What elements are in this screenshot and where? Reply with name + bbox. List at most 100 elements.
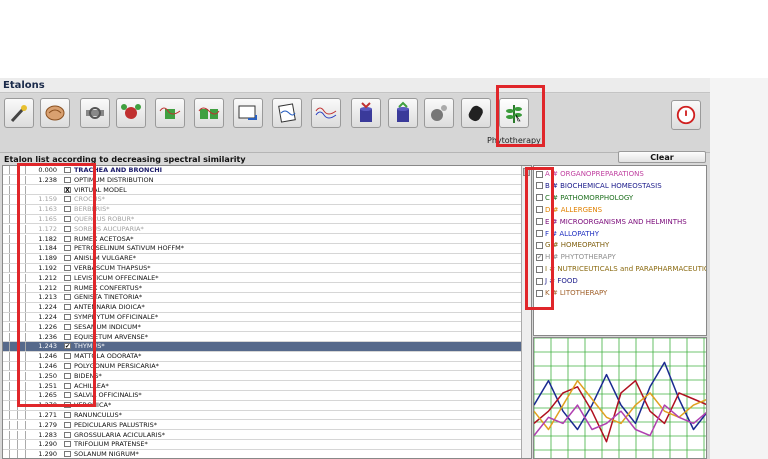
row-checkbox[interactable] [64, 294, 71, 301]
row-checkbox[interactable] [64, 196, 71, 203]
category-checkbox[interactable] [536, 206, 543, 214]
table-row[interactable]: 1.212 RUMEX CONFERTUS* [3, 283, 521, 293]
screen-transfer-button[interactable] [233, 98, 263, 128]
cylinder-in-button[interactable] [351, 98, 381, 128]
table-row[interactable]: 1.251 ACHILLEA* [3, 381, 521, 391]
table-row[interactable]: X VIRTUAL MODEL [3, 185, 521, 195]
wand-button[interactable] [4, 98, 34, 128]
table-row[interactable]: 1.246 POLYGONUM PERSICARIA* [3, 362, 521, 372]
row-checkbox[interactable] [64, 441, 71, 448]
table-row[interactable]: 1.246 MATTOLA ODORATA* [3, 352, 521, 362]
category-item[interactable]: K # LITOTHERAPY [536, 288, 607, 299]
category-checkbox[interactable] [536, 289, 543, 297]
phytotherapy-button[interactable] [499, 98, 529, 128]
table-row[interactable]: 1.212 LEVISTICUM OFFECINALE* [3, 273, 521, 284]
table-row[interactable]: 1.271 RANUNCULUS* [3, 411, 521, 421]
row-checkbox[interactable] [64, 314, 71, 320]
category-checkbox[interactable] [536, 230, 543, 237]
brain-button[interactable] [40, 98, 70, 128]
scrollbar-thumb[interactable] [523, 168, 530, 176]
row-checkbox[interactable] [64, 225, 71, 232]
row-checkbox[interactable] [64, 333, 71, 340]
row-checkbox[interactable] [64, 392, 71, 399]
tools-button[interactable] [424, 98, 454, 128]
table-row[interactable]: 1.159 CROCUS* [3, 195, 521, 205]
category-checkbox[interactable] [536, 241, 543, 249]
row-checkbox[interactable] [64, 284, 71, 291]
category-checkbox[interactable] [536, 182, 543, 190]
table-row[interactable]: 1.224 ANTENNARIA DIOICA* [3, 303, 521, 313]
power-button[interactable] [671, 100, 701, 130]
row-checkbox[interactable] [64, 451, 71, 458]
table-row[interactable]: 1.290 TRIFOLIUM PRATENSE* [3, 440, 521, 450]
table-row[interactable]: 1.165 QUERCUS ROBUR* [3, 215, 521, 225]
table-row[interactable]: 0.000 TRACHEA AND BRONCHI [3, 166, 521, 176]
row-checkbox[interactable]: X [64, 186, 71, 193]
table-row[interactable]: 1.224 SYMPHYTUM OFFICINALE* [3, 313, 521, 323]
category-item[interactable]: J # FOOD [536, 276, 578, 287]
category-item[interactable]: D # ALLERGENS [536, 205, 602, 216]
row-checkbox[interactable] [64, 372, 71, 379]
category-item[interactable]: A # ORGANOPREPARATIONS [536, 169, 644, 180]
table-row[interactable]: 1.163 BERBERIS* [3, 205, 521, 215]
category-item[interactable]: F # ALLOPATHY [536, 229, 599, 240]
category-checkbox[interactable] [536, 218, 543, 226]
table-row[interactable]: 1.184 PETROSELINUM SATIVUM HOFFM* [3, 244, 521, 254]
table-row[interactable]: 1.243 ✔ THYMUS* [3, 342, 521, 352]
row-checkbox[interactable] [64, 412, 71, 418]
row-checkbox[interactable] [64, 235, 71, 242]
table-row[interactable]: 1.290 SOLANUM NIGRUM* [3, 450, 521, 458]
table-row[interactable]: 1.226 SESAMUM INDICUM* [3, 322, 521, 333]
row-checkbox[interactable] [64, 431, 71, 438]
spectrum-button[interactable] [311, 98, 341, 128]
category-item[interactable]: I # NUTRICEUTICALS and PARAPHARMACEUTICA… [536, 264, 706, 275]
category-item[interactable]: E # MICROORGANISMS AND HELMINTHS [536, 217, 687, 228]
table-row[interactable]: 1.172 SORBUS AUCUPARIA* [3, 224, 521, 235]
molecule-button[interactable] [116, 98, 146, 128]
row-checkbox[interactable] [64, 206, 71, 213]
table-row[interactable]: 1.238 OPTIMUM DISTRIBUTION [3, 175, 521, 186]
row-checkbox[interactable] [64, 265, 71, 271]
table-row[interactable]: 1.213 GENISTA TINETORIA* [3, 293, 521, 303]
row-checkbox[interactable] [64, 176, 71, 183]
table-row[interactable]: 1.279 PEDICULARIS PALUSTRIS* [3, 420, 521, 431]
row-checkbox[interactable] [64, 363, 71, 369]
row-checkbox[interactable] [64, 353, 71, 360]
table-row[interactable]: 1.189 ANISUM VULGARE* [3, 254, 521, 264]
row-checkbox[interactable] [64, 323, 71, 330]
category-item[interactable]: C # PATHOMORPHOLOGY [536, 193, 633, 204]
row-checkbox[interactable]: ✔ [64, 343, 71, 350]
dual-filter-button[interactable] [194, 98, 224, 128]
row-checkbox[interactable] [64, 304, 71, 311]
row-checkbox[interactable] [64, 402, 71, 409]
row-checkbox[interactable] [64, 245, 71, 252]
list-scrollbar[interactable] [521, 166, 531, 458]
clear-button[interactable]: Clear [618, 151, 706, 163]
table-row[interactable]: 1.236 EQUISETUM ARVENSE* [3, 332, 521, 342]
row-checkbox[interactable] [64, 274, 71, 281]
category-checkbox[interactable] [536, 170, 543, 178]
row-checkbox[interactable] [64, 382, 71, 389]
table-row[interactable]: 1.182 RUMEX ACETOSA* [3, 234, 521, 244]
cylinder-out-button[interactable] [388, 98, 418, 128]
category-checkbox[interactable] [536, 277, 543, 285]
category-checkbox[interactable] [536, 194, 543, 202]
row-checkbox[interactable] [64, 421, 71, 428]
row-checkbox[interactable] [64, 216, 71, 222]
stone-button[interactable] [461, 98, 491, 128]
table-row[interactable]: 1.270 VERONICA* [3, 401, 521, 411]
category-item[interactable]: B # BIOCHEMICAL HOMEOSTASIS [536, 181, 662, 192]
table-row[interactable]: 1.192 VERBASCUM THAPSUS* [3, 264, 521, 274]
category-checkbox[interactable]: ✔ [536, 253, 543, 261]
pipe-button[interactable] [80, 98, 110, 128]
table-row[interactable]: 1.283 GROSSULARIA ACICULARIS* [3, 430, 521, 440]
category-item[interactable]: ✔ H # PHYTOTHERAPY [536, 252, 616, 263]
row-checkbox[interactable] [64, 255, 71, 262]
category-item[interactable]: G # HOMEOPATHY [536, 240, 609, 251]
paper-wave-button[interactable] [272, 98, 302, 128]
wave-filter-button[interactable] [155, 98, 185, 128]
table-row[interactable]: 1.250 BIDENS* [3, 371, 521, 382]
table-row[interactable]: 1.265 SALVIA OFFICINALIS* [3, 391, 521, 401]
row-checkbox[interactable] [64, 167, 71, 173]
category-checkbox[interactable] [536, 265, 543, 273]
